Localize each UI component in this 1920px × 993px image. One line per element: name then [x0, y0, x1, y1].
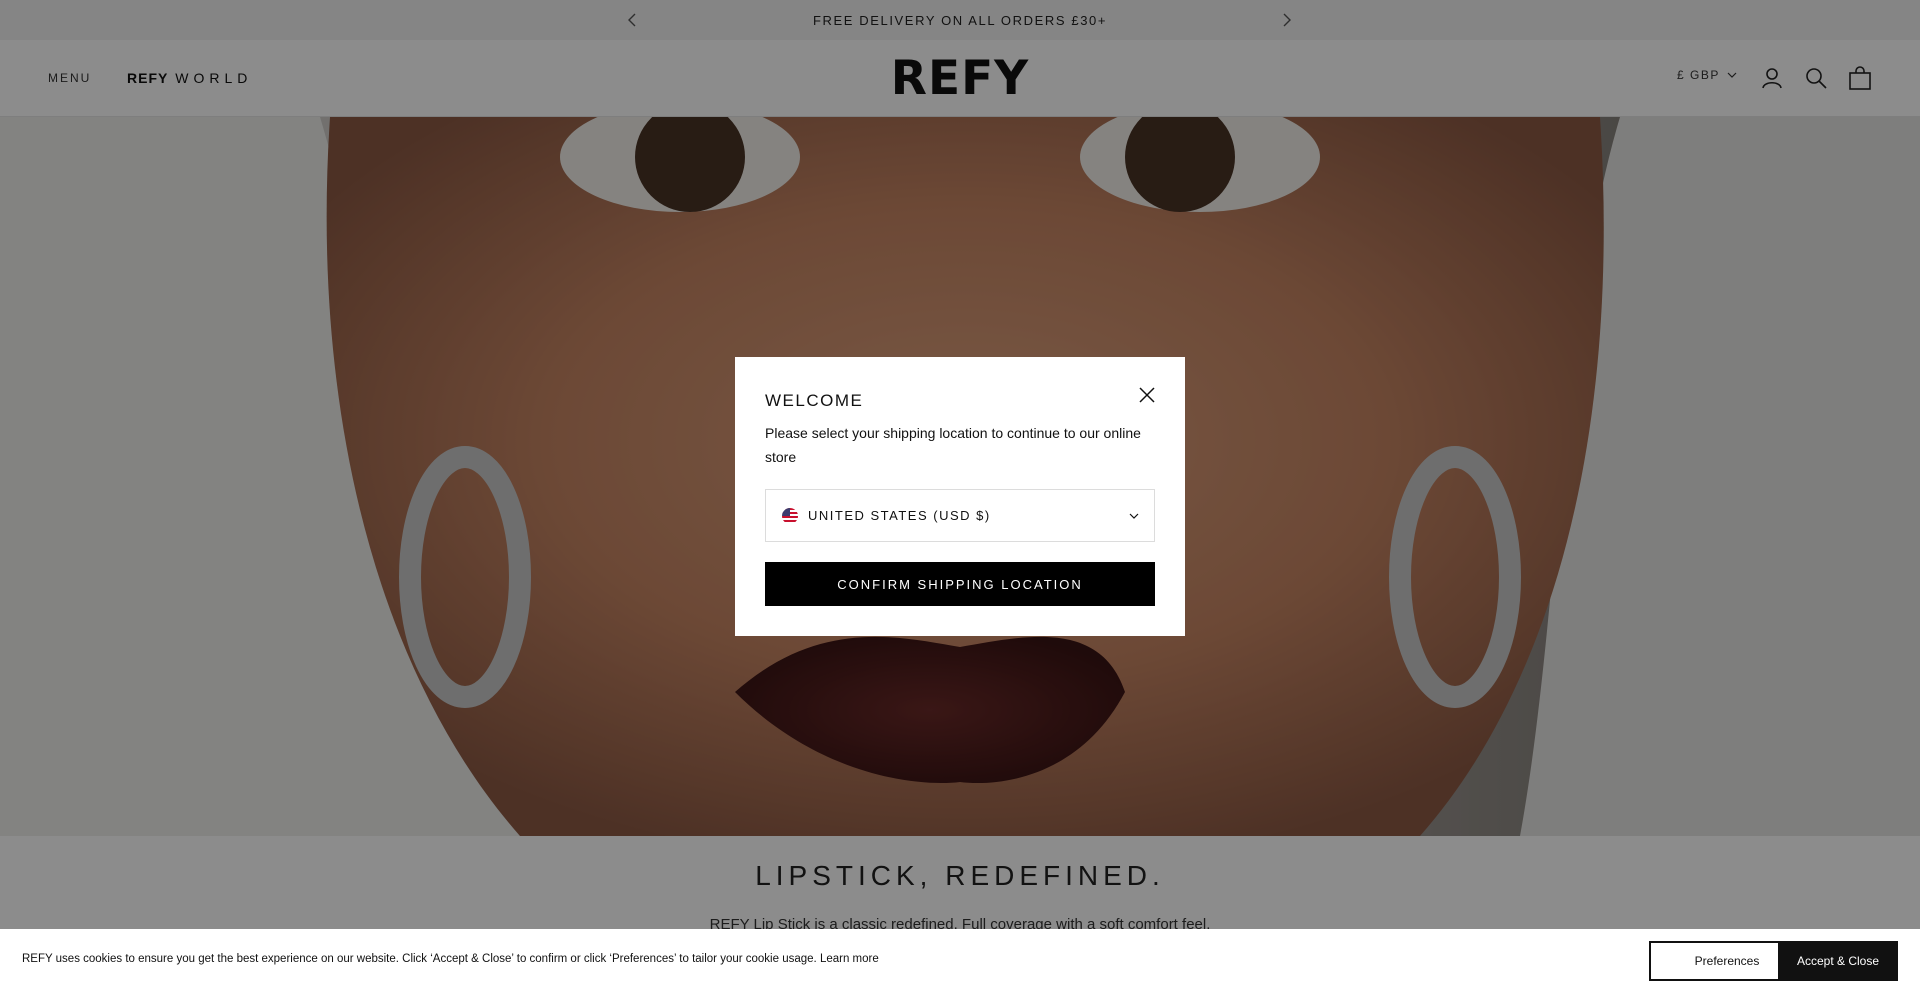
learn-more-link[interactable]: Learn more: [820, 953, 879, 965]
us-flag-icon: [782, 507, 798, 524]
confirm-shipping-button[interactable]: CONFIRM SHIPPING LOCATION: [765, 562, 1155, 606]
modal-title: WELCOME: [765, 391, 864, 410]
cookie-banner: REFY uses cookies to ensure you get the …: [0, 929, 1920, 993]
modal-message: Please select your shipping location to …: [765, 425, 1141, 465]
shipping-location-select[interactable]: UNITED STATES (USD $): [765, 489, 1155, 542]
close-icon[interactable]: [1137, 385, 1157, 405]
accept-close-button[interactable]: Accept & Close: [1778, 941, 1898, 981]
cookie-message: REFY uses cookies to ensure you get the …: [22, 953, 817, 965]
welcome-modal: WELCOME Please select your shipping loca…: [735, 357, 1185, 636]
cookie-text: REFY uses cookies to ensure you get the …: [22, 953, 879, 965]
chevron-down-icon: [1129, 513, 1139, 519]
selected-location: UNITED STATES (USD $): [808, 508, 991, 523]
